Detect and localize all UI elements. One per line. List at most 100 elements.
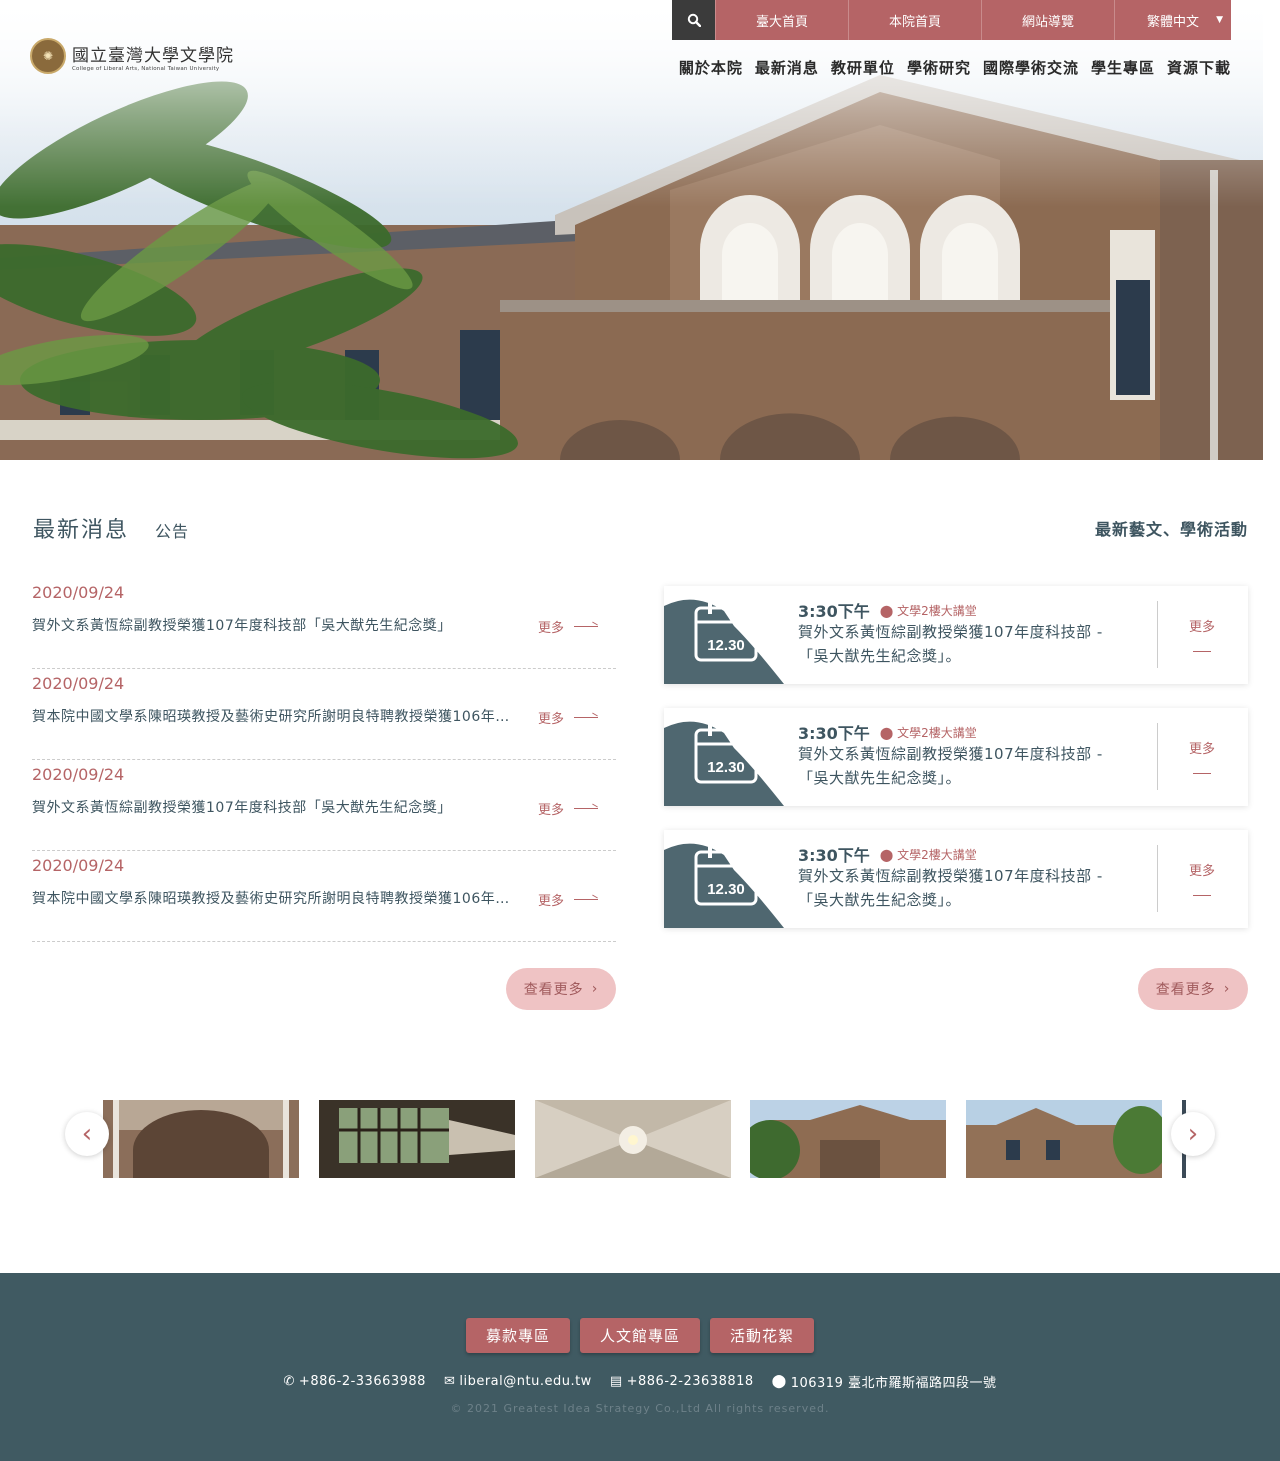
main-nav: 關於本院 最新消息 教研單位 學術研究 國際學術交流 學生專區 資源下載: [679, 57, 1231, 78]
nav-news[interactable]: 最新消息: [755, 57, 819, 78]
event-description[interactable]: 賀外文系黃恆綜副教授榮獲107年度科技部 -「吳大猷先生紀念獎」。: [798, 864, 1128, 912]
news-tab-announcements[interactable]: 公告: [155, 518, 189, 542]
event-location: ⬤ 文學2樓大講堂: [880, 602, 977, 619]
nav-international[interactable]: 國際學術交流: [983, 57, 1079, 78]
view-more-label: 查看更多: [1155, 982, 1216, 998]
sitemap-link[interactable]: 網站導覽: [981, 0, 1114, 40]
events-view-more-button[interactable]: 查看更多 ›: [1138, 968, 1248, 1010]
address-text: 106319 臺北市羅斯福路四段一號: [790, 1376, 997, 1391]
news-more-link[interactable]: 更多: [538, 708, 598, 727]
email-icon: ✉: [443, 1374, 456, 1389]
gallery-photo-building-front[interactable]: [750, 1100, 946, 1178]
contact-info: ✆ +886-2-33663988 ✉ liberal@ntu.edu.tw ▤ +8…: [0, 1372, 1280, 1391]
calendar-date-badge: 12.30: [707, 759, 745, 776]
news-date: 2020/09/24: [32, 765, 125, 784]
event-description[interactable]: 賀外文系黃恆綜副教授榮獲107年度科技部 -「吳大猷先生紀念獎」。: [798, 742, 1128, 790]
search-button[interactable]: [672, 0, 715, 40]
event-more-link[interactable]: 更多: [1182, 860, 1222, 896]
event-divider: [1157, 723, 1158, 790]
news-list: 2020/09/24 賀外文系黃恆綜副教授榮獲107年度科技部「吳大猷先生紀念獎…: [32, 578, 616, 942]
dropdown-caret-icon: ▼: [1216, 15, 1223, 25]
news-more-label: 更多: [537, 621, 564, 636]
search-icon: [687, 13, 701, 27]
view-more-label: 查看更多: [523, 982, 584, 998]
event-divider: [1157, 601, 1158, 668]
news-headline[interactable]: 賀本院中國文學系陳昭瑛教授及藝術史研究所謝明良特聘教授榮獲106年度科技部傑出研…: [32, 888, 517, 908]
event-divider: [1157, 845, 1158, 912]
event-gallery-button[interactable]: 活動花絮: [710, 1318, 815, 1353]
event-card[interactable]: 12.30 3:30下午 ⬤ 文學2樓大講堂 賀外文系黃恆綜副教授榮獲107年度科…: [664, 708, 1248, 806]
news-date: 2020/09/24: [32, 583, 125, 602]
news-date: 2020/09/24: [32, 674, 125, 693]
contact-email[interactable]: ✉ liberal@ntu.edu.tw: [444, 1372, 592, 1391]
fax-text: +886-2-23638818: [626, 1374, 754, 1389]
event-location: ⬤ 文學2樓大講堂: [880, 724, 977, 741]
event-card[interactable]: 12.30 3:30下午 ⬤ 文學2樓大講堂 賀外文系黃恆綜副教授榮獲107年度科…: [664, 830, 1248, 928]
news-headline[interactable]: 賀本院中國文學系陳昭瑛教授及藝術史研究所謝明良特聘教授榮獲106年度科技部傑出研…: [32, 706, 517, 726]
logo-chinese-name: 國立臺灣大學文學院: [72, 45, 234, 66]
calendar-icon: 12.30: [664, 721, 784, 806]
chevron-right-icon: ›: [1187, 1119, 1199, 1149]
news-item[interactable]: 2020/09/24 賀本院中國文學系陳昭瑛教授及藝術史研究所謝明良特聘教授榮獲…: [32, 851, 616, 942]
event-more-label: 更多: [1188, 742, 1215, 757]
news-item[interactable]: 2020/09/24 賀外文系黃恆綜副教授榮獲107年度科技部「吳大猷先生紀念獎…: [32, 578, 616, 669]
phone-text: +886-2-33663988: [298, 1374, 426, 1389]
donation-button[interactable]: 募款專區: [465, 1318, 570, 1353]
news-item[interactable]: 2020/09/24 賀外文系黃恆綜副教授榮獲107年度科技部「吳大猷先生紀念獎…: [32, 760, 616, 851]
language-select[interactable]: 繁體中文 ▼: [1114, 0, 1231, 40]
events-title: 最新藝文、學術活動: [1094, 520, 1248, 539]
chevron-left-icon: ‹: [81, 1119, 93, 1149]
nav-research[interactable]: 學術研究: [907, 57, 971, 78]
nav-about[interactable]: 關於本院: [679, 57, 743, 78]
events-list: 12.30 3:30下午 ⬤ 文學2樓大講堂 賀外文系黃恆綜副教授榮獲107年度科…: [664, 586, 1248, 952]
email-text: liberal@ntu.edu.tw: [459, 1374, 592, 1389]
news-headline[interactable]: 賀外文系黃恆綜副教授榮獲107年度科技部「吳大猷先生紀念獎」: [32, 615, 517, 635]
carousel-prev-button[interactable]: ‹: [65, 1112, 109, 1156]
carousel-next-button[interactable]: ›: [1171, 1112, 1215, 1156]
news-item[interactable]: 2020/09/24 賀本院中國文學系陳昭瑛教授及藝術史研究所謝明良特聘教授榮獲…: [32, 669, 616, 760]
map-pin-icon: ⬤: [771, 1374, 787, 1389]
event-more-link[interactable]: 更多: [1182, 738, 1222, 774]
news-more-link[interactable]: 更多: [538, 890, 598, 909]
photo-carousel: [103, 1100, 1186, 1178]
contact-phone[interactable]: ✆ +886-2-33663988: [284, 1372, 426, 1391]
news-headline[interactable]: 賀外文系黃恆綜副教授榮獲107年度科技部「吳大猷先生紀念獎」: [32, 797, 517, 817]
event-description[interactable]: 賀外文系黃恆綜副教授榮獲107年度科技部 -「吳大猷先生紀念獎」。: [798, 620, 1128, 668]
calendar-icon: 12.30: [664, 843, 784, 928]
news-date: 2020/09/24: [32, 856, 125, 875]
arrow-right-icon: [574, 717, 598, 718]
nav-departments[interactable]: 教研單位: [831, 57, 895, 78]
chevron-right-icon: ›: [591, 981, 599, 997]
humanities-hall-button[interactable]: 人文館專區: [579, 1318, 700, 1353]
contact-address: ⬤ 106319 臺北市羅斯福路四段一號: [772, 1372, 997, 1391]
ntu-seal-icon: ✺: [30, 38, 66, 74]
event-location: ⬤ 文學2樓大講堂: [880, 846, 977, 863]
arrow-right-icon: [574, 899, 598, 900]
location-pin-icon: ⬤: [879, 725, 894, 740]
site-logo[interactable]: ✺ 國立臺灣大學文學院 College of Liberal Arts, Nat…: [30, 38, 234, 74]
event-location-text: 文學2樓大講堂: [897, 725, 977, 740]
gallery-photo-ceiling-lamp[interactable]: [535, 1100, 731, 1178]
location-pin-icon: ⬤: [879, 847, 894, 862]
news-more-label: 更多: [537, 803, 564, 818]
gallery-photo-building-side[interactable]: [966, 1100, 1162, 1178]
arrow-right-icon: [1193, 651, 1211, 652]
event-card[interactable]: 12.30 3:30下午 ⬤ 文學2樓大講堂 賀外文系黃恆綜副教授榮獲107年度科…: [664, 586, 1248, 684]
event-more-link[interactable]: 更多: [1182, 616, 1222, 652]
news-more-link[interactable]: 更多: [538, 617, 598, 636]
event-time: 3:30下午: [798, 724, 870, 743]
nav-downloads[interactable]: 資源下載: [1167, 57, 1231, 78]
news-section-header: 最新消息 公告: [33, 512, 189, 544]
gallery-photo-atrium[interactable]: [103, 1100, 299, 1178]
news-title: 最新消息: [33, 518, 130, 543]
ntu-home-link[interactable]: 臺大首頁: [715, 0, 848, 40]
news-view-more-button[interactable]: 查看更多 ›: [506, 968, 616, 1010]
copyright: © 2021 Greatest Idea Strategy Co.,Ltd Al…: [450, 1402, 830, 1415]
event-time: 3:30下午: [798, 846, 870, 865]
nav-students[interactable]: 學生專區: [1091, 57, 1155, 78]
arrow-right-icon: [1193, 773, 1211, 774]
gallery-photo-corridor[interactable]: [319, 1100, 515, 1178]
news-more-link[interactable]: 更多: [538, 799, 598, 818]
college-home-link[interactable]: 本院首頁: [848, 0, 981, 40]
event-more-label: 更多: [1188, 620, 1215, 635]
